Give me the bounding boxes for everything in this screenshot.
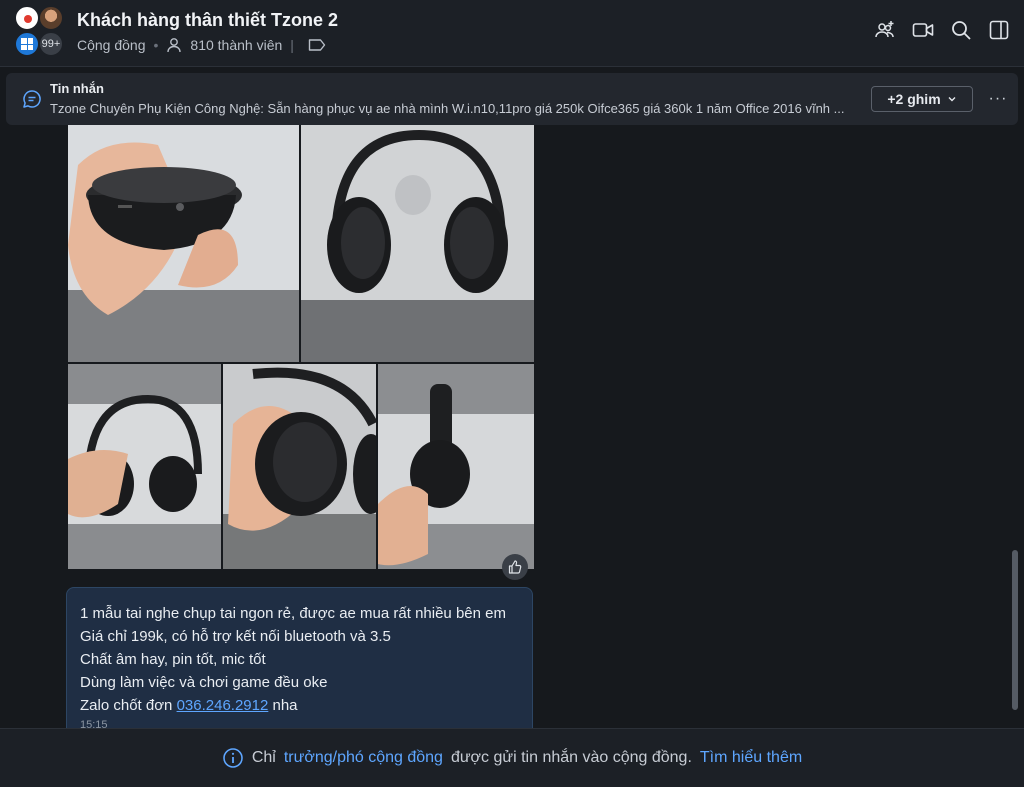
more-pins-button[interactable]: +2 ghim <box>871 86 973 112</box>
phone-link[interactable]: 036.246.2912 <box>177 697 269 714</box>
community-label: Cộng đồng <box>77 37 146 53</box>
pinned-text[interactable]: Tzone Chuyên Phụ Kiện Công Nghệ: Sẵn hàn… <box>50 101 860 116</box>
photo-headphone-laptop[interactable] <box>301 125 534 362</box>
notice-prefix: Chỉ <box>251 749 276 766</box>
photo-headphone-side[interactable] <box>223 364 376 569</box>
message-line: 1 mẫu tai nghe chụp tai ngon rẻ, được ae… <box>80 605 506 622</box>
windows-logo-avatar <box>14 31 40 57</box>
learn-more-link[interactable]: Tìm hiểu thêm <box>700 749 802 767</box>
photo-headphone-hand[interactable] <box>68 125 299 362</box>
message-line: Zalo chốt đơn 036.246.2912 nha <box>80 694 519 717</box>
group-title[interactable]: Khách hàng thân thiết Tzone 2 <box>77 10 338 31</box>
photo-grid <box>68 125 534 569</box>
separator-dot: • <box>153 37 159 53</box>
message-bubble-icon <box>23 90 41 108</box>
group-subtitle: Cộng đồng • 810 thành viên | <box>77 37 326 53</box>
chevron-down-icon <box>948 97 956 102</box>
members-count[interactable]: 810 thành viên <box>190 37 282 53</box>
message-bubble[interactable]: 1 mẫu tai nghe chụp tai ngon rẻ, được ae… <box>66 587 533 737</box>
more-pins-label: +2 ghim <box>887 91 941 107</box>
message-line: Dùng làm việc và chơi game đều oke <box>80 674 328 691</box>
member-avatar <box>14 5 40 31</box>
message-text: nha <box>272 697 298 714</box>
photo-headphone-open[interactable] <box>68 364 221 569</box>
message-line: Chất âm hay, pin tốt, mic tốt <box>80 651 266 668</box>
separator-bar: | <box>290 37 294 53</box>
more-members-badge: 99+ <box>38 31 64 57</box>
like-reaction-button[interactable] <box>502 554 528 580</box>
message-line: Giá chỉ 199k, có hỗ trợ kết nối bluetoot… <box>80 628 391 645</box>
pinned-title: Tin nhắn <box>50 81 104 96</box>
add-member-icon[interactable] <box>874 19 896 41</box>
info-icon <box>223 748 243 768</box>
more-options-icon[interactable]: ··· <box>986 86 1010 112</box>
pinned-messages-bar[interactable]: Tin nhắn Tzone Chuyên Phụ Kiện Công Nghệ… <box>6 73 1018 125</box>
community-roles-link[interactable]: trưởng/phó cộng đồng <box>284 749 443 767</box>
chat-header: 99+ Khách hàng thân thiết Tzone 2 Cộng đ… <box>0 0 1024 67</box>
chat-scrollbar[interactable] <box>1012 550 1018 710</box>
member-avatar <box>38 5 64 31</box>
header-actions <box>874 19 1010 41</box>
video-call-icon[interactable] <box>912 19 934 41</box>
tag-icon[interactable] <box>308 38 326 52</box>
photo-headphone-folded[interactable] <box>378 364 534 569</box>
search-icon[interactable] <box>950 19 972 41</box>
group-avatar[interactable]: 99+ <box>12 5 68 61</box>
sidebar-toggle-icon[interactable] <box>988 19 1010 41</box>
permission-notice: Chỉ trưởng/phó cộng đồng được gửi tin nh… <box>0 728 1024 787</box>
message-text: Zalo chốt đơn <box>80 697 173 714</box>
person-icon <box>167 38 182 53</box>
notice-text: được gửi tin nhắn vào cộng đồng. <box>450 749 692 766</box>
thumbs-up-icon <box>508 560 522 574</box>
